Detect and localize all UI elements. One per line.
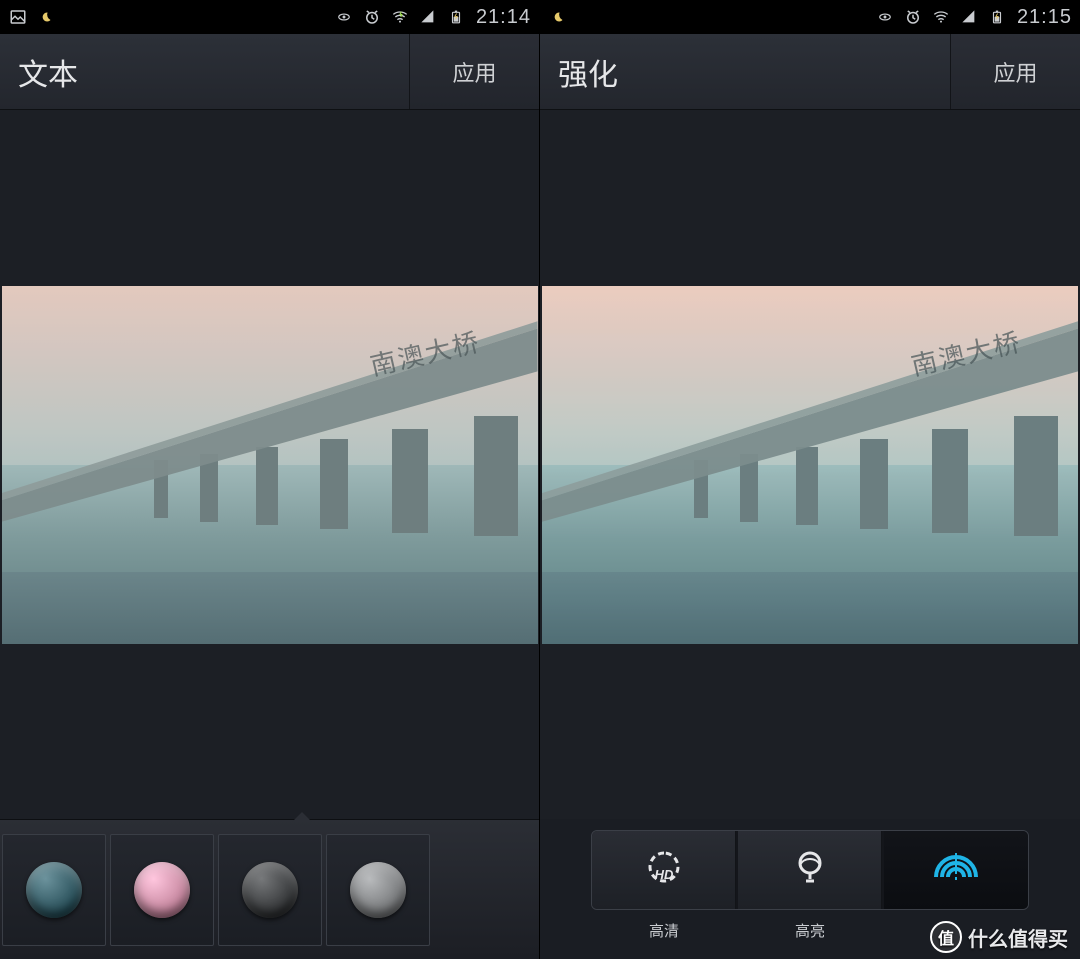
- canvas-area[interactable]: 南澳大桥: [540, 110, 1080, 819]
- gallery-icon: [8, 7, 28, 27]
- page-title: 强化: [540, 34, 950, 109]
- phone-left: 21:14 文本 应用 南澳大桥: [0, 0, 540, 959]
- tool-highlight-label: 高亮: [738, 920, 882, 941]
- color-swatch-strip[interactable]: [0, 819, 539, 959]
- enhance-tool-strip: HD 高清高亮: [540, 819, 1080, 959]
- apply-button[interactable]: 应用: [950, 34, 1080, 109]
- swatch-dot-icon: [350, 862, 406, 918]
- eye-icon: [334, 7, 354, 27]
- hd-icon: HD: [640, 847, 688, 892]
- tool-hd-button[interactable]: HD: [592, 831, 736, 909]
- page-title: 文本: [0, 34, 409, 109]
- swatch-color-dark[interactable]: [218, 834, 322, 946]
- tool-hd-label: 高清: [592, 920, 736, 941]
- battery-icon: [446, 7, 466, 27]
- wifi-icon: [931, 7, 951, 27]
- swatch-color-teal[interactable]: [2, 834, 106, 946]
- tool-defog-button[interactable]: [884, 831, 1028, 909]
- signal-icon: [418, 7, 438, 27]
- eye-icon: [875, 7, 895, 27]
- battery-icon: [987, 7, 1007, 27]
- wifi-icon: [390, 7, 410, 27]
- swatch-dot-icon: [26, 862, 82, 918]
- highlight-icon: [788, 845, 832, 894]
- app-header: 文本 应用: [0, 34, 539, 110]
- tool-defog-label: [884, 920, 1028, 941]
- status-time: 21:14: [476, 6, 531, 29]
- swatch-dot-icon: [134, 862, 190, 918]
- photo-preview: 南澳大桥: [542, 286, 1078, 644]
- status-bar: 21:14: [0, 0, 539, 34]
- status-bar: 21:15: [540, 0, 1080, 34]
- defog-icon: [928, 847, 984, 892]
- alarm-icon: [903, 7, 923, 27]
- swatch-color-pink[interactable]: [110, 834, 214, 946]
- svg-text:HD: HD: [654, 867, 673, 882]
- alarm-icon: [362, 7, 382, 27]
- canvas-area[interactable]: 南澳大桥: [0, 110, 539, 819]
- status-time: 21:15: [1017, 6, 1072, 29]
- swatch-dot-icon: [242, 862, 298, 918]
- swatch-color-gray[interactable]: [326, 834, 430, 946]
- tool-highlight-button[interactable]: [738, 831, 882, 909]
- apply-button[interactable]: 应用: [409, 34, 539, 109]
- weather-icon: [548, 7, 568, 27]
- photo-preview: 南澳大桥: [2, 286, 538, 644]
- signal-icon: [959, 7, 979, 27]
- weather-icon: [36, 7, 56, 27]
- phone-right: 21:15 强化 应用 南澳大桥 HD 高清高亮 值 什么值得买: [540, 0, 1080, 959]
- app-header: 强化 应用: [540, 34, 1080, 110]
